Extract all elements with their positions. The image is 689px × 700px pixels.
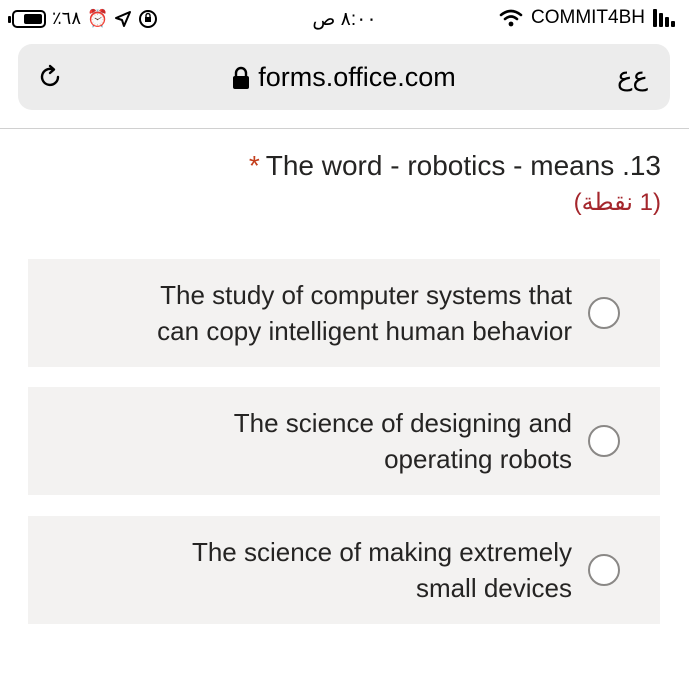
choice-option-1[interactable]: The study of computer systems that can c…: [28, 259, 660, 367]
lock-icon: [233, 66, 250, 89]
signal-bars-icon: [653, 9, 675, 27]
radio-button[interactable]: [588, 554, 620, 586]
radio-button[interactable]: [588, 297, 620, 329]
question-points: (1 نقطة): [573, 189, 661, 216]
toolbar-divider: [0, 128, 689, 129]
text-size-button[interactable]: ﻉﻉ: [617, 62, 648, 92]
required-asterisk: *: [248, 150, 260, 181]
radio-button[interactable]: [588, 425, 620, 457]
choice-label-line: The science of designing and: [233, 408, 572, 438]
choice-label: The study of computer systems that can c…: [72, 277, 572, 349]
status-right: COMMIT4BH: [499, 7, 675, 29]
choice-label-line: can copy intelligent human behavior: [157, 316, 572, 346]
choice-label-line: operating robots: [384, 444, 572, 474]
question-header: * The word - robotics - means .13 (1 نقطة…: [21, 150, 661, 217]
choice-option-2[interactable]: The science of designing and operating r…: [28, 387, 660, 495]
question-title-row: * The word - robotics - means .13: [21, 150, 661, 182]
wifi-icon: [499, 9, 523, 27]
status-bar: ٪٦٨ ⏰ ٨:٠٠ ص COMMIT4BH: [0, 0, 689, 40]
url-display[interactable]: forms.office.com: [18, 62, 670, 93]
choice-label: The science of designing and operating r…: [72, 405, 572, 477]
choice-label-line: The study of computer systems that: [160, 280, 572, 310]
carrier-name: COMMIT4BH: [531, 7, 645, 28]
address-bar[interactable]: forms.office.com ﻉﻉ: [18, 44, 670, 110]
url-text: forms.office.com: [258, 62, 456, 92]
choice-label-line: The science of making extremely: [191, 537, 572, 567]
choice-option-3[interactable]: The science of making extremely small de…: [28, 516, 660, 624]
choice-label: The science of making extremely small de…: [72, 534, 572, 606]
question-title: The word - robotics - means .13: [265, 150, 661, 181]
choice-label-line: small devices: [415, 573, 572, 603]
